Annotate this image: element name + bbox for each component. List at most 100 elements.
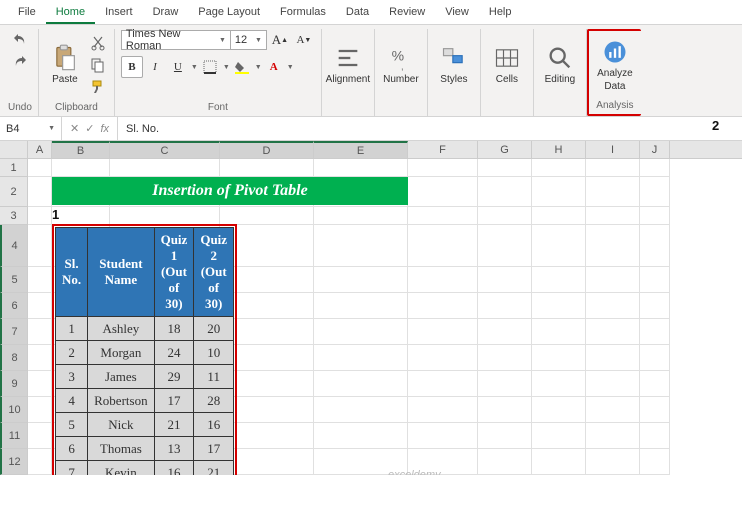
table-cell[interactable]: 17 <box>154 389 194 413</box>
table-cell[interactable]: Kevin <box>88 461 154 476</box>
cell[interactable] <box>28 177 52 207</box>
fx-icon[interactable]: fx <box>100 123 109 135</box>
table-cell[interactable]: 29 <box>154 365 194 389</box>
cell[interactable] <box>586 159 640 177</box>
font-size-select[interactable]: 12▼ <box>231 30 267 50</box>
row-header[interactable]: 1 <box>0 159 28 177</box>
cell[interactable] <box>478 319 532 345</box>
cell[interactable] <box>640 225 670 267</box>
table-cell[interactable]: 16 <box>154 461 194 476</box>
cell[interactable] <box>28 207 52 225</box>
row-header[interactable]: 11 <box>0 423 28 449</box>
cell[interactable] <box>408 397 478 423</box>
cell[interactable] <box>28 159 52 177</box>
table-cell[interactable]: 21 <box>154 413 194 437</box>
cell[interactable] <box>640 345 670 371</box>
table-cell[interactable]: Thomas <box>88 437 154 461</box>
cell[interactable] <box>220 159 314 177</box>
undo-button[interactable] <box>10 29 30 49</box>
table-cell[interactable]: 10 <box>194 341 234 365</box>
cell[interactable] <box>478 371 532 397</box>
header-sl[interactable]: Sl. No. <box>56 228 88 317</box>
select-all-corner[interactable] <box>0 141 28 158</box>
tab-help[interactable]: Help <box>479 2 522 24</box>
cell[interactable] <box>586 207 640 225</box>
cell[interactable] <box>28 371 52 397</box>
cell[interactable] <box>408 371 478 397</box>
cell[interactable] <box>408 225 478 267</box>
number-format-button[interactable]: %, Number <box>381 36 421 94</box>
cell[interactable] <box>408 423 478 449</box>
format-painter-button[interactable] <box>88 77 108 97</box>
col-header[interactable]: F <box>408 141 478 158</box>
cell[interactable] <box>640 319 670 345</box>
row-header[interactable]: 2 <box>0 177 28 207</box>
cell[interactable] <box>586 177 640 207</box>
table-cell[interactable]: 5 <box>56 413 88 437</box>
cell[interactable] <box>640 177 670 207</box>
cell[interactable] <box>532 207 586 225</box>
cell[interactable] <box>478 225 532 267</box>
table-cell[interactable]: 18 <box>154 317 194 341</box>
cell[interactable] <box>408 293 478 319</box>
table-cell[interactable]: 2 <box>56 341 88 365</box>
cell[interactable] <box>28 345 52 371</box>
cell[interactable] <box>220 207 314 225</box>
table-cell[interactable]: 1 <box>56 317 88 341</box>
enter-icon[interactable]: ✓ <box>85 122 94 135</box>
editing-button[interactable]: Editing <box>540 36 580 94</box>
analyze-data-button[interactable]: Analyze Data <box>595 36 635 94</box>
row-header[interactable]: 5 <box>0 267 28 293</box>
cell[interactable] <box>478 397 532 423</box>
cell[interactable] <box>28 449 52 475</box>
cut-button[interactable] <box>88 33 108 53</box>
table-cell[interactable]: 28 <box>194 389 234 413</box>
name-box[interactable]: B4▼ <box>0 117 62 140</box>
col-header[interactable]: B <box>52 141 110 158</box>
cell[interactable] <box>640 397 670 423</box>
row-header[interactable]: 7 <box>0 319 28 345</box>
copy-button[interactable] <box>88 55 108 75</box>
col-header[interactable]: D <box>220 141 314 158</box>
cell[interactable] <box>586 319 640 345</box>
table-cell[interactable]: 16 <box>194 413 234 437</box>
cell[interactable] <box>532 267 586 293</box>
cell[interactable] <box>640 267 670 293</box>
cell[interactable] <box>314 293 408 319</box>
cell[interactable] <box>314 207 408 225</box>
header-quiz2[interactable]: Quiz 2(Out of 30) <box>194 228 234 317</box>
cell[interactable] <box>314 159 408 177</box>
table-cell[interactable]: 17 <box>194 437 234 461</box>
paste-button[interactable]: Paste <box>45 36 85 94</box>
cell[interactable] <box>28 319 52 345</box>
cell[interactable] <box>314 225 408 267</box>
cell[interactable] <box>408 345 478 371</box>
cell[interactable] <box>28 225 52 267</box>
cell[interactable] <box>532 397 586 423</box>
table-cell[interactable]: 7 <box>56 461 88 476</box>
tab-formulas[interactable]: Formulas <box>270 2 336 24</box>
cell[interactable] <box>314 267 408 293</box>
table-cell[interactable]: 11 <box>194 365 234 389</box>
row-header[interactable]: 6 <box>0 293 28 319</box>
cell[interactable] <box>28 397 52 423</box>
chevron-down-icon[interactable]: ▼ <box>287 64 294 71</box>
formula-input[interactable]: Sl. No. <box>118 123 742 135</box>
table-row[interactable]: 4Robertson1728 <box>56 389 234 413</box>
cell[interactable] <box>110 207 220 225</box>
table-cell[interactable]: 4 <box>56 389 88 413</box>
cell[interactable] <box>478 449 532 475</box>
cell[interactable] <box>586 293 640 319</box>
tab-review[interactable]: Review <box>379 2 435 24</box>
cells-button[interactable]: Cells <box>487 36 527 94</box>
cell[interactable] <box>532 449 586 475</box>
cell[interactable] <box>640 207 670 225</box>
cell[interactable] <box>640 449 670 475</box>
cancel-icon[interactable]: ✕ <box>70 122 79 135</box>
cell[interactable] <box>408 319 478 345</box>
tab-data[interactable]: Data <box>336 2 379 24</box>
increase-font-button[interactable]: A▲ <box>269 29 291 51</box>
col-header[interactable]: J <box>640 141 670 158</box>
col-header[interactable]: I <box>586 141 640 158</box>
cell[interactable] <box>478 267 532 293</box>
